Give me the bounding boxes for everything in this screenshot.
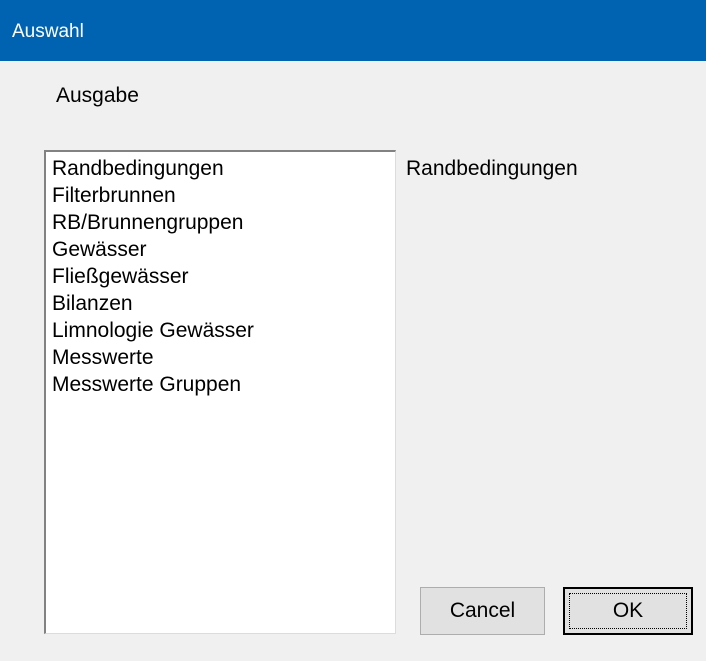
list-item-fliessgewaesser[interactable]: Fließgewässer [52,263,189,290]
selected-item-label: Randbedingungen [406,157,578,180]
list-item-randbedingungen[interactable]: Randbedingungen [52,155,224,182]
title-bar[interactable]: Auswahl [0,0,706,61]
ok-button[interactable]: OK [563,587,693,635]
output-listbox[interactable]: Randbedingungen Filterbrunnen RB/Brunnen… [44,150,396,634]
list-item-messwerte-gruppen[interactable]: Messwerte Gruppen [52,371,241,398]
output-label: Ausgabe [56,84,139,107]
list-item-rb-brunnengruppen[interactable]: RB/Brunnengruppen [52,209,243,236]
list-item-messwerte[interactable]: Messwerte [52,344,154,371]
window-title: Auswahl [12,21,84,42]
list-item-gewaesser[interactable]: Gewässer [52,236,147,263]
dialog-window: Auswahl Ausgabe Randbedingungen Filterbr… [0,0,706,661]
ok-button-label: OK [612,599,644,622]
list-item-limnologie-gewaesser[interactable]: Limnologie Gewässer [52,317,254,344]
list-item-bilanzen[interactable]: Bilanzen [52,290,133,317]
list-item-filterbrunnen[interactable]: Filterbrunnen [52,182,176,209]
cancel-button[interactable]: Cancel [420,587,545,635]
